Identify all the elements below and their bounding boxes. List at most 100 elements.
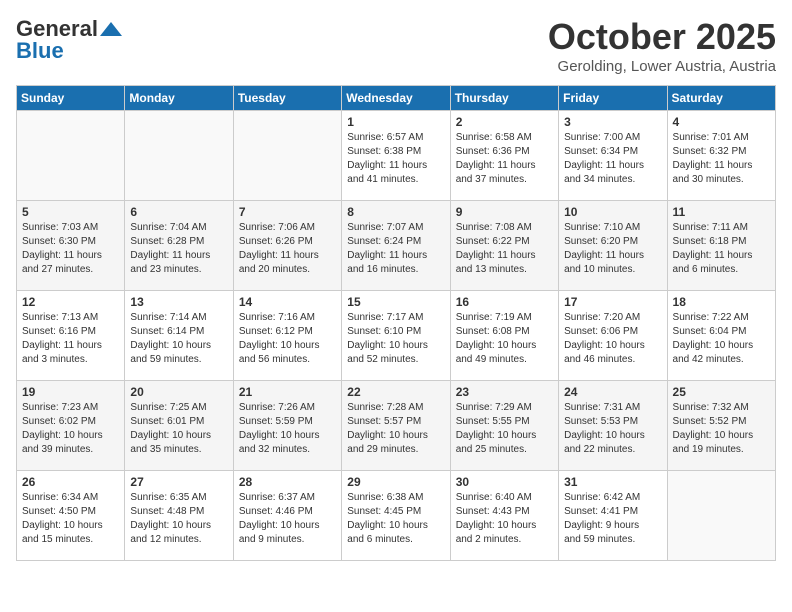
day-content: Sunrise: 7:32 AMSunset: 5:52 PMDaylight:… (673, 401, 770, 457)
logo-icon (100, 22, 122, 36)
day-number: 21 (239, 385, 336, 399)
calendar-cell: 7Sunrise: 7:06 AMSunset: 6:26 PMDaylight… (233, 201, 341, 291)
calendar-cell: 30 Sunrise: 6:40 AMSunset: 4:43 PMDayligh… (450, 471, 558, 561)
calendar-cell: 27Sunrise: 6:35 AMSunset: 4:48 PMDayligh… (125, 471, 233, 561)
day-number: 16 (456, 295, 553, 309)
calendar-cell: 8 Sunrise: 7:07 AMSunset: 6:24 PMDaylight… (342, 201, 450, 291)
calendar-cell: 26 Sunrise: 6:34 AMSunset: 4:50 PMDayligh… (17, 471, 125, 561)
day-number: 11 (673, 205, 770, 219)
day-header-monday: Monday (125, 86, 233, 111)
week-row-1: 1Sunrise: 6:57 AMSunset: 6:38 PMDaylight… (17, 111, 776, 201)
day-header-sunday: Sunday (17, 86, 125, 111)
day-content: Sunrise: 7:17 AMSunset: 6:10 PMDaylight:… (347, 311, 444, 367)
day-number: 17 (564, 295, 661, 309)
calendar-cell: 10Sunrise: 7:10 AMSunset: 6:20 PMDayligh… (559, 201, 667, 291)
day-number: 5 (22, 205, 119, 219)
day-content: Sunrise: 7:25 AMSunset: 6:01 PMDaylight:… (130, 401, 227, 457)
calendar-cell: 3 Sunrise: 7:00 AMSunset: 6:34 PMDaylight… (559, 111, 667, 201)
day-number: 26 (22, 475, 119, 489)
calendar-cell (17, 111, 125, 201)
day-content: Sunrise: 7:00 AMSunset: 6:34 PMDaylight:… (564, 131, 661, 187)
day-number: 2 (456, 115, 553, 129)
day-number: 9 (456, 205, 553, 219)
day-content: Sunrise: 7:16 AMSunset: 6:12 PMDaylight:… (239, 311, 336, 367)
day-header-wednesday: Wednesday (342, 86, 450, 111)
calendar-cell: 24 Sunrise: 7:31 AMSunset: 5:53 PMDayligh… (559, 381, 667, 471)
day-number: 14 (239, 295, 336, 309)
day-content: Sunrise: 6:40 AMSunset: 4:43 PMDaylight:… (456, 491, 553, 547)
day-content: Sunrise: 7:03 AMSunset: 6:30 PMDaylight:… (22, 221, 119, 277)
calendar-cell: 18 Sunrise: 7:22 AMSunset: 6:04 PMDayligh… (667, 291, 775, 381)
calendar-cell (667, 471, 775, 561)
calendar-cell: 2 Sunrise: 6:58 AMSunset: 6:36 PMDaylight… (450, 111, 558, 201)
calendar-table: SundayMondayTuesdayWednesdayThursdayFrid… (16, 85, 776, 561)
day-content: Sunrise: 6:37 AMSunset: 4:46 PMDaylight:… (239, 491, 336, 547)
calendar-cell: 20 Sunrise: 7:25 AMSunset: 6:01 PMDayligh… (125, 381, 233, 471)
calendar-cell: 17 Sunrise: 7:20 AMSunset: 6:06 PMDayligh… (559, 291, 667, 381)
day-header-saturday: Saturday (667, 86, 775, 111)
day-content: Sunrise: 7:19 AMSunset: 6:08 PMDaylight:… (456, 311, 553, 367)
day-number: 8 (347, 205, 444, 219)
page-header: General Blue October 2025 Gerolding, Low… (16, 16, 776, 75)
day-number: 28 (239, 475, 336, 489)
day-content: Sunrise: 7:14 AMSunset: 6:14 PMDaylight:… (130, 311, 227, 367)
week-row-4: 19Sunrise: 7:23 AMSunset: 6:02 PMDayligh… (17, 381, 776, 471)
day-header-tuesday: Tuesday (233, 86, 341, 111)
day-content: Sunrise: 7:22 AMSunset: 6:04 PMDaylight:… (673, 311, 770, 367)
day-number: 18 (673, 295, 770, 309)
logo: General Blue (16, 16, 122, 64)
day-number: 10 (564, 205, 661, 219)
day-content: Sunrise: 7:04 AMSunset: 6:28 PMDaylight:… (130, 221, 227, 277)
calendar-cell (233, 111, 341, 201)
day-number: 30 (456, 475, 553, 489)
day-number: 12 (22, 295, 119, 309)
day-content: Sunrise: 6:34 AMSunset: 4:50 PMDaylight:… (22, 491, 119, 547)
week-row-5: 26 Sunrise: 6:34 AMSunset: 4:50 PMDayligh… (17, 471, 776, 561)
day-content: Sunrise: 7:31 AMSunset: 5:53 PMDaylight:… (564, 401, 661, 457)
day-number: 13 (130, 295, 227, 309)
day-number: 1 (347, 115, 444, 129)
calendar-cell: 9 Sunrise: 7:08 AMSunset: 6:22 PMDaylight… (450, 201, 558, 291)
day-number: 4 (673, 115, 770, 129)
day-content: Sunrise: 7:11 AMSunset: 6:18 PMDaylight:… (673, 221, 770, 277)
day-content: Sunrise: 7:07 AMSunset: 6:24 PMDaylight:… (347, 221, 444, 277)
calendar-cell: 25 Sunrise: 7:32 AMSunset: 5:52 PMDayligh… (667, 381, 775, 471)
calendar-cell: 28 Sunrise: 6:37 AMSunset: 4:46 PMDayligh… (233, 471, 341, 561)
day-content: Sunrise: 6:58 AMSunset: 6:36 PMDaylight:… (456, 131, 553, 187)
calendar-cell: 23 Sunrise: 7:29 AMSunset: 5:55 PMDayligh… (450, 381, 558, 471)
day-content: Sunrise: 6:42 AMSunset: 4:41 PMDaylight:… (564, 491, 661, 547)
calendar-cell: 13 Sunrise: 7:14 AMSunset: 6:14 PMDayligh… (125, 291, 233, 381)
calendar-cell: 14 Sunrise: 7:16 AMSunset: 6:12 PMDayligh… (233, 291, 341, 381)
day-content: Sunrise: 7:29 AMSunset: 5:55 PMDaylight:… (456, 401, 553, 457)
calendar-header-row: SundayMondayTuesdayWednesdayThursdayFrid… (17, 86, 776, 111)
day-content: Sunrise: 7:20 AMSunset: 6:06 PMDaylight:… (564, 311, 661, 367)
day-content: Sunrise: 7:26 AMSunset: 5:59 PMDaylight:… (239, 401, 336, 457)
day-content: Sunrise: 7:13 AMSunset: 6:16 PMDaylight:… (22, 311, 119, 367)
calendar-cell: 11 Sunrise: 7:11 AMSunset: 6:18 PMDayligh… (667, 201, 775, 291)
day-number: 24 (564, 385, 661, 399)
day-number: 22 (347, 385, 444, 399)
calendar-cell: 6Sunrise: 7:04 AMSunset: 6:28 PMDaylight… (125, 201, 233, 291)
calendar-cell: 31Sunrise: 6:42 AMSunset: 4:41 PMDayligh… (559, 471, 667, 561)
calendar-cell: 22Sunrise: 7:28 AMSunset: 5:57 PMDayligh… (342, 381, 450, 471)
month-title: October 2025 (548, 16, 776, 58)
day-number: 23 (456, 385, 553, 399)
day-number: 29 (347, 475, 444, 489)
title-block: October 2025 Gerolding, Lower Austria, A… (548, 16, 776, 75)
calendar-cell (125, 111, 233, 201)
day-content: Sunrise: 7:23 AMSunset: 6:02 PMDaylight:… (22, 401, 119, 457)
day-content: Sunrise: 6:35 AMSunset: 4:48 PMDaylight:… (130, 491, 227, 547)
calendar-cell: 5 Sunrise: 7:03 AMSunset: 6:30 PMDaylight… (17, 201, 125, 291)
day-number: 25 (673, 385, 770, 399)
day-content: Sunrise: 6:38 AMSunset: 4:45 PMDaylight:… (347, 491, 444, 547)
calendar-cell: 19Sunrise: 7:23 AMSunset: 6:02 PMDayligh… (17, 381, 125, 471)
day-content: Sunrise: 7:06 AMSunset: 6:26 PMDaylight:… (239, 221, 336, 277)
day-content: Sunrise: 7:08 AMSunset: 6:22 PMDaylight:… (456, 221, 553, 277)
day-header-thursday: Thursday (450, 86, 558, 111)
day-number: 20 (130, 385, 227, 399)
day-number: 3 (564, 115, 661, 129)
calendar-cell: 15Sunrise: 7:17 AMSunset: 6:10 PMDayligh… (342, 291, 450, 381)
calendar-cell: 29 Sunrise: 6:38 AMSunset: 4:45 PMDayligh… (342, 471, 450, 561)
calendar-cell: 1Sunrise: 6:57 AMSunset: 6:38 PMDaylight… (342, 111, 450, 201)
day-content: Sunrise: 7:01 AMSunset: 6:32 PMDaylight:… (673, 131, 770, 187)
